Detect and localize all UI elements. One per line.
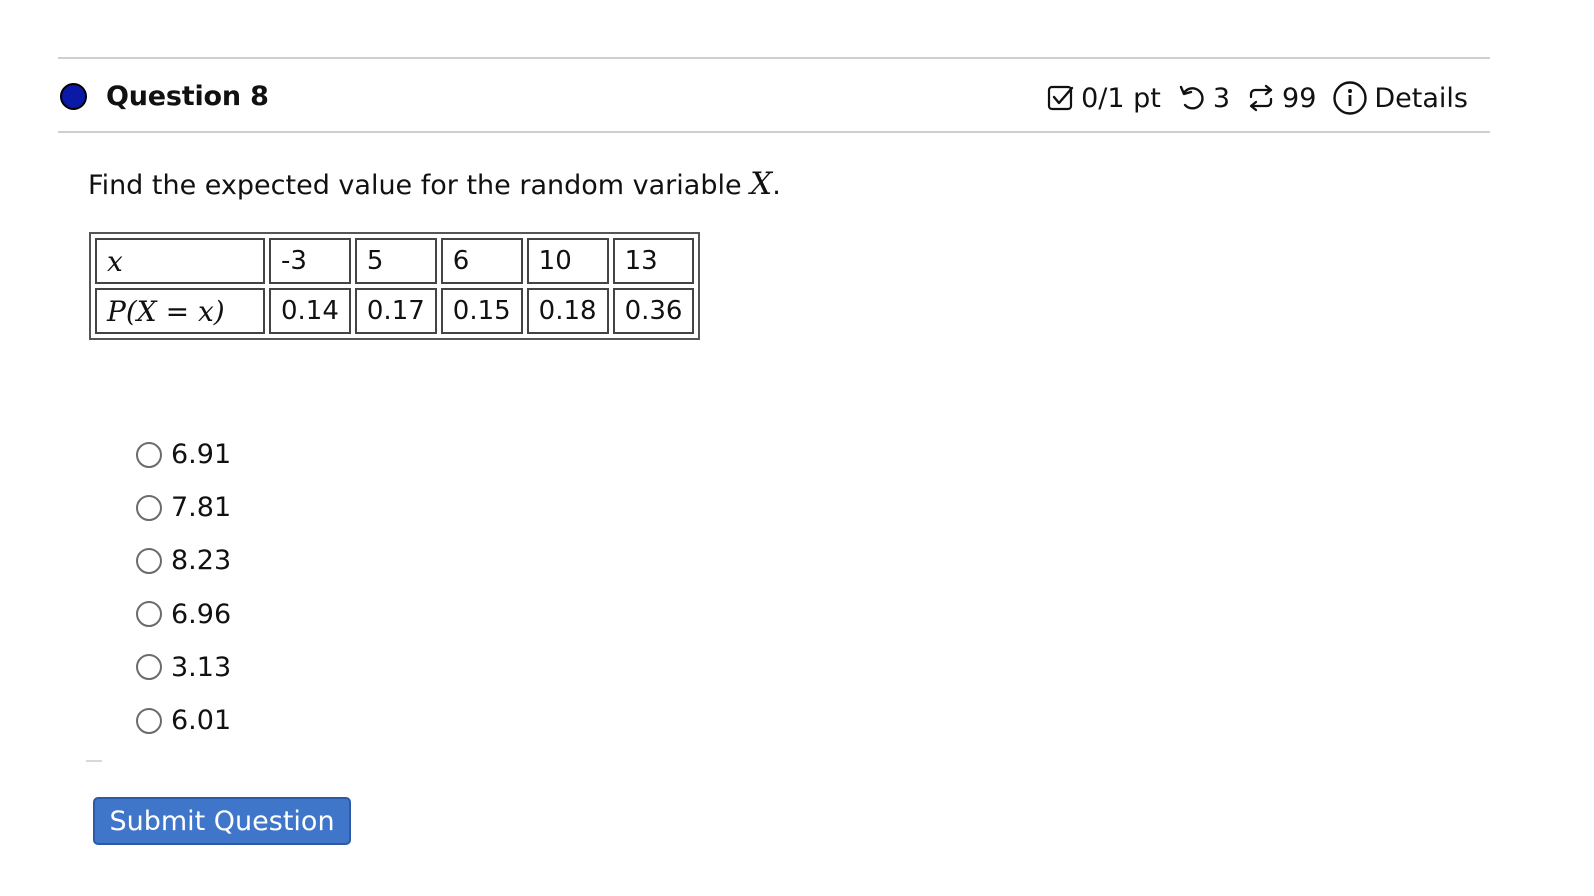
probability-cell: 0.18 (526, 288, 609, 334)
checkbox-icon (1047, 84, 1075, 112)
radio-button[interactable] (136, 654, 162, 681)
x-value-cell: 10 (526, 238, 609, 284)
x-value-cell: 5 (354, 238, 437, 284)
probability-cell: 0.14 (269, 288, 351, 334)
details-label[interactable]: Details (1374, 83, 1468, 114)
undo-icon (1177, 84, 1207, 112)
answer-options: 6.91 7.81 8.23 6.96 3.13 6.01 (136, 428, 231, 747)
question-header: Question 8 0/1 pt 3 99 Details (58, 72, 1490, 122)
option-label[interactable]: 6.96 (171, 599, 231, 630)
option-label[interactable]: 8.23 (171, 545, 231, 576)
repeat-icon (1246, 84, 1276, 112)
answer-option[interactable]: 7.81 (136, 481, 231, 534)
x-value-cell: 13 (612, 238, 695, 284)
row-label-x: x (95, 238, 265, 284)
divider-mark (86, 760, 102, 762)
score-indicator: 0/1 pt (1047, 83, 1161, 114)
radio-button[interactable] (136, 707, 162, 734)
attempts-indicator: 99 (1246, 83, 1316, 114)
option-label[interactable]: 3.13 (171, 652, 231, 683)
question-title: Question 8 (106, 81, 269, 112)
x-value-cell: 6 (440, 238, 523, 284)
probability-distribution-table: x -3 5 6 10 13 P(X = x) 0.14 0.17 0.15 0… (89, 232, 701, 340)
prompt-end: . (772, 170, 781, 201)
option-label[interactable]: 6.01 (171, 705, 231, 736)
table-row-x: x -3 5 6 10 13 (95, 238, 695, 284)
attempts-value: 99 (1282, 82, 1317, 114)
question-prompt: Find the expected value for the random v… (88, 166, 781, 202)
probability-cell: 0.17 (354, 288, 437, 334)
header-bottom-divider (58, 131, 1490, 133)
probability-cell: 0.36 (612, 288, 695, 334)
answer-option[interactable]: 3.13 (136, 641, 231, 694)
question-page: Question 8 0/1 pt 3 99 Details Find the … (0, 0, 1594, 896)
radio-button[interactable] (136, 441, 162, 468)
row-label-probability: P(X = x) (95, 288, 265, 334)
retries-value: 3 (1212, 82, 1231, 114)
info-icon[interactable] (1332, 80, 1368, 116)
score-value: 0/1 pt (1081, 82, 1161, 114)
answer-option[interactable]: 6.01 (136, 694, 231, 747)
x-value-cell: -3 (269, 238, 351, 284)
option-label[interactable]: 6.91 (171, 439, 231, 470)
submit-question-button[interactable]: Submit Question (93, 797, 351, 845)
answer-option[interactable]: 6.91 (136, 428, 231, 481)
answer-option[interactable]: 6.96 (136, 588, 231, 641)
retries-indicator: 3 (1177, 83, 1230, 114)
details-link[interactable]: Details (1332, 80, 1468, 116)
question-status-dot (60, 83, 87, 110)
probability-cell: 0.15 (440, 288, 523, 334)
prompt-text: Find the expected value for the random v… (88, 170, 751, 201)
table-row-probability: P(X = x) 0.14 0.17 0.15 0.18 0.36 (95, 288, 695, 334)
answer-option[interactable]: 8.23 (136, 534, 231, 587)
random-variable-symbol: X (750, 166, 773, 202)
header-top-divider (58, 57, 1490, 59)
radio-button[interactable] (136, 547, 162, 574)
radio-button[interactable] (136, 494, 162, 521)
radio-button[interactable] (136, 601, 162, 628)
question-meta: 0/1 pt 3 99 Details (1047, 80, 1468, 116)
option-label[interactable]: 7.81 (171, 492, 231, 523)
